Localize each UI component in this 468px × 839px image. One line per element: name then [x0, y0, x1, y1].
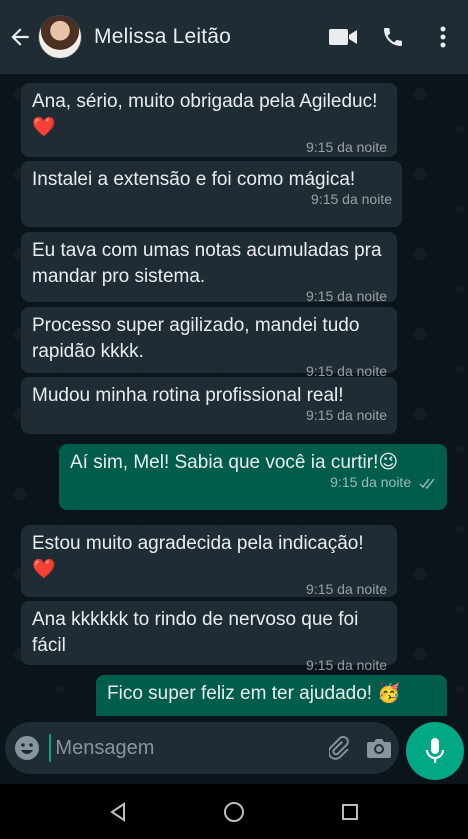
- paperclip-icon: [329, 735, 349, 760]
- square-recents-icon: [342, 803, 358, 820]
- message-time: 9:15 da noite: [306, 581, 387, 597]
- message-text: Eu tava com umas notas acumuladas pra ma…: [32, 240, 382, 287]
- contact-avatar[interactable]: [38, 15, 82, 59]
- message-input[interactable]: [49, 734, 321, 762]
- message-bubble-incoming[interactable]: Processo super agilizado, mandei tudo ra…: [21, 307, 397, 379]
- message-list[interactable]: Ana, sério, muito obrigada pela Agileduc…: [0, 74, 468, 716]
- arrow-left-icon: [11, 28, 29, 46]
- more-vertical-icon: [440, 26, 446, 48]
- message-text: Estou muito agradecida pela indicação! ❤…: [32, 533, 364, 580]
- message-bubble-incoming[interactable]: Eu tava com umas notas acumuladas pra ma…: [21, 232, 397, 304]
- composer-field: [5, 722, 399, 774]
- circle-home-icon: [224, 801, 244, 822]
- message-text: Ana kkkkkk to rindo de nervoso que foi f…: [32, 609, 359, 656]
- message-time: 9:15 da noite: [330, 474, 412, 490]
- phone-icon: [384, 28, 402, 46]
- nav-recents-button[interactable]: [330, 792, 370, 832]
- nav-home-button[interactable]: [214, 792, 254, 832]
- back-button[interactable]: [2, 0, 38, 74]
- system-navigation-bar: [0, 784, 468, 839]
- emoji-button[interactable]: [5, 722, 49, 774]
- contact-name[interactable]: Melissa Leitão: [94, 25, 231, 49]
- message-bubble-incoming[interactable]: Estou muito agradecida pela indicação! ❤…: [21, 525, 397, 597]
- message-text: Processo super agilizado, mandei tudo ra…: [32, 315, 360, 362]
- video-call-button[interactable]: [318, 12, 368, 62]
- emoji-icon: [15, 736, 40, 760]
- message-text: Fico super feliz em ter ajudado! 🥳: [107, 683, 402, 704]
- message-bubble-incoming[interactable]: Ana, sério, muito obrigada pela Agileduc…: [21, 83, 397, 157]
- attach-button[interactable]: [320, 722, 359, 774]
- camera-button[interactable]: [360, 722, 399, 774]
- message-bubble-incoming[interactable]: Ana kkkkkk to rindo de nervoso que foi f…: [21, 601, 397, 673]
- voice-message-button[interactable]: [406, 722, 464, 780]
- message-bubble-outgoing[interactable]: Aí sim, Mel! Sabia que você ia curtir!😉 …: [59, 444, 447, 510]
- message-text: Ana, sério, muito obrigada pela Agileduc…: [32, 91, 378, 138]
- read-receipt-icon: [419, 478, 435, 489]
- microphone-icon: [425, 738, 445, 763]
- video-call-icon: [329, 29, 357, 45]
- nav-back-button[interactable]: [98, 792, 138, 832]
- message-bubble-incoming[interactable]: Instalei a extensão e foi como mágica! 9…: [21, 161, 402, 227]
- message-time: 9:15 da noite: [306, 139, 387, 155]
- message-bubble-incoming[interactable]: Mudou minha rotina profissional real! 9:…: [21, 377, 397, 434]
- chat-header: Melissa Leitão: [0, 0, 468, 74]
- voice-call-button[interactable]: [368, 12, 418, 62]
- message-time: 9:15 da noite: [306, 657, 387, 673]
- header-actions: [318, 12, 468, 62]
- message-bubble-outgoing[interactable]: Fico super feliz em ter ajudado! 🥳: [96, 675, 447, 716]
- more-options-button[interactable]: [418, 12, 468, 62]
- composer-bar: [0, 716, 468, 784]
- camera-icon: [367, 739, 392, 758]
- triangle-back-icon: [110, 801, 125, 822]
